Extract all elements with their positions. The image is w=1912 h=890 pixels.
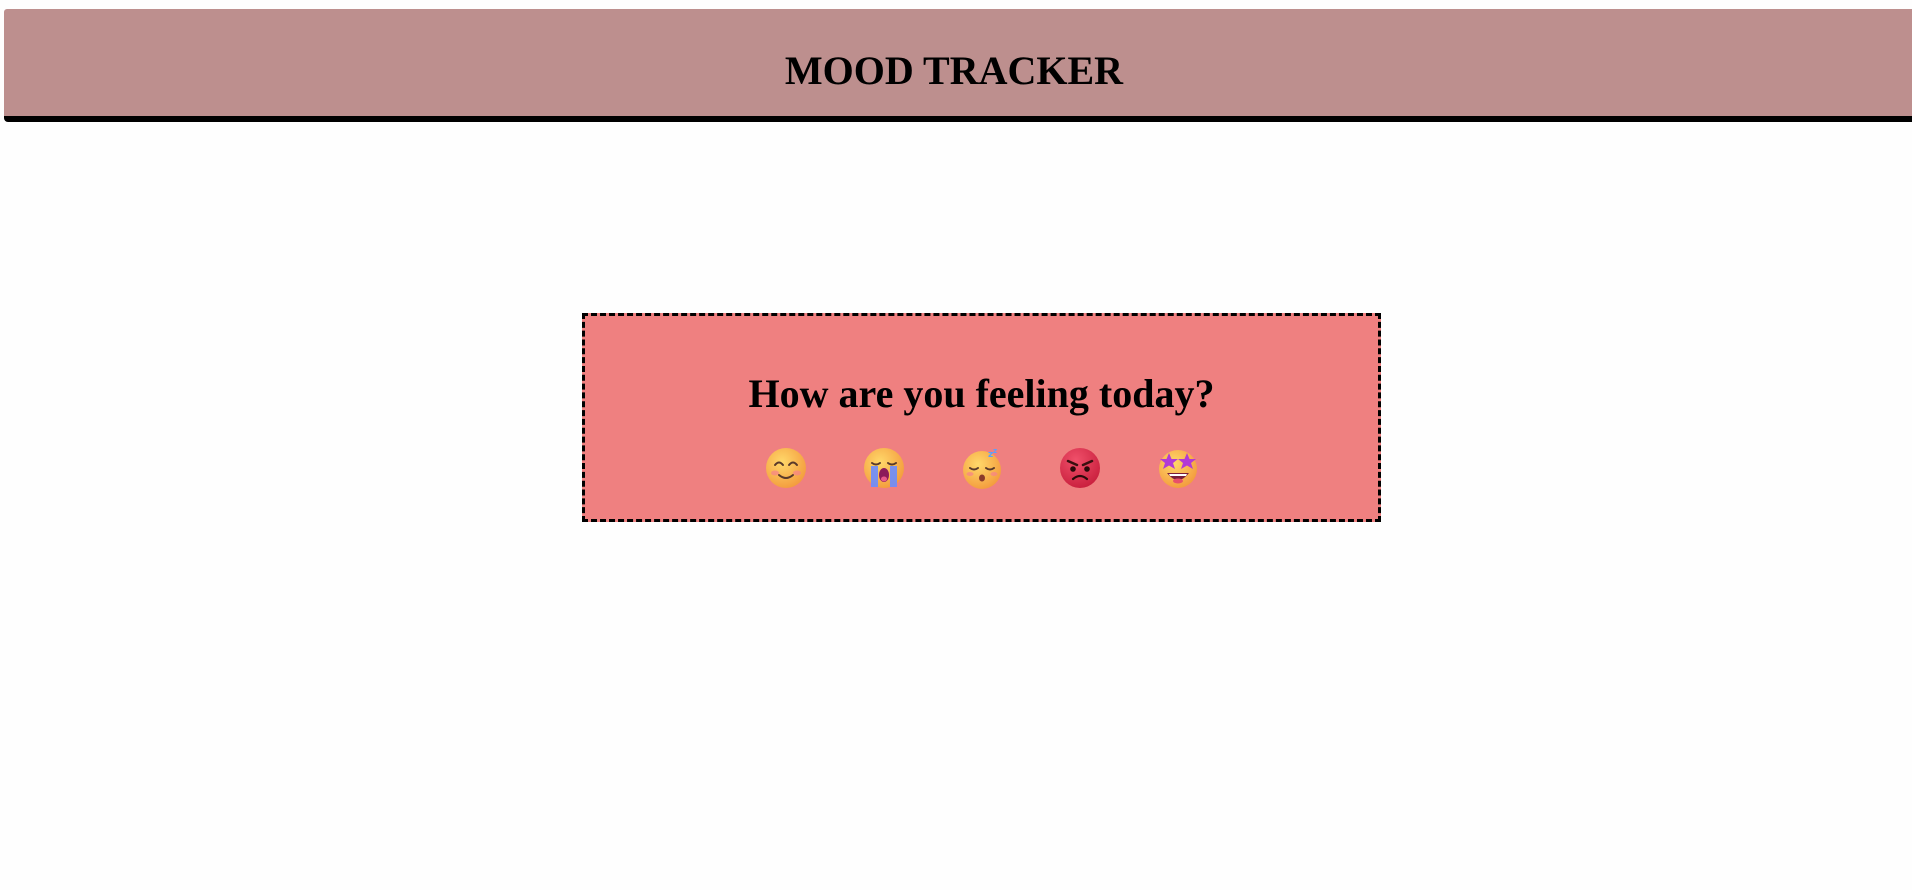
mood-card: How are you feeling today? z z [582, 313, 1381, 522]
star-struck-face-icon[interactable] [1157, 447, 1199, 489]
mood-question: How are you feeling today? [748, 371, 1215, 416]
sleeping-face-icon[interactable]: z z [961, 447, 1003, 489]
app-header: MOOD TRACKER [4, 9, 1912, 122]
svg-text:z: z [993, 447, 997, 455]
mood-options: z z [585, 447, 1378, 489]
app-title: MOOD TRACKER [784, 48, 1124, 93]
crying-face-icon[interactable] [863, 447, 905, 489]
angry-face-icon[interactable] [1059, 447, 1101, 489]
smiling-face-icon[interactable] [765, 447, 807, 489]
